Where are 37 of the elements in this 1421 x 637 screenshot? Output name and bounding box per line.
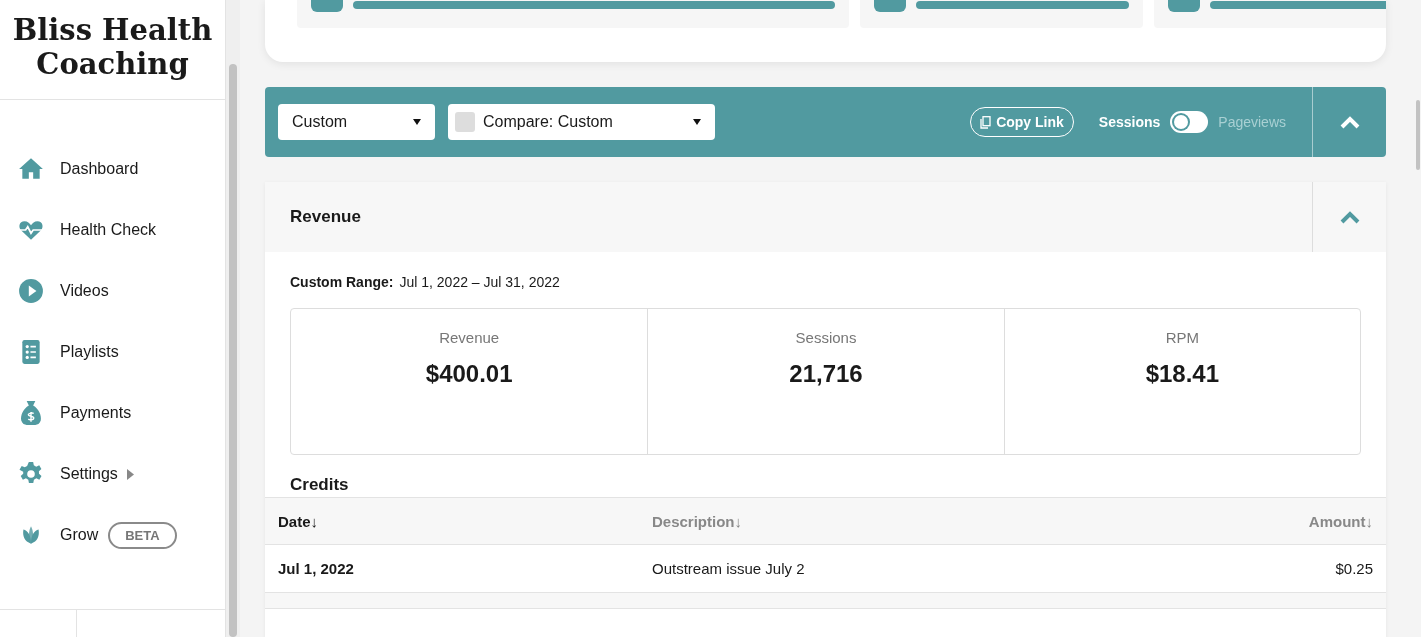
copy-icon bbox=[980, 115, 992, 129]
stat-label: Sessions bbox=[795, 329, 857, 346]
table-cell-text: $0.25 bbox=[1334, 560, 1373, 577]
range-value: Jul 1, 2022 – Jul 31, 2022 bbox=[399, 274, 560, 290]
nav-item[interactable]: Health Check bbox=[18, 210, 225, 250]
table-cell-text: Jul 1, 2022 bbox=[278, 560, 355, 577]
chevron-up-icon bbox=[1338, 210, 1361, 224]
chevron-up-icon bbox=[1338, 115, 1361, 129]
nav-item[interactable]: Playlists bbox=[18, 332, 225, 372]
compare-select[interactable]: Compare: Custom bbox=[448, 104, 715, 140]
beta-badge: BETA bbox=[108, 521, 177, 549]
home-icon bbox=[18, 156, 44, 182]
dropdown-arrow-icon bbox=[693, 119, 701, 125]
money-icon bbox=[18, 400, 44, 426]
dropdown-arrow-icon bbox=[413, 119, 421, 125]
nav-item[interactable]: Videos bbox=[18, 271, 225, 311]
panel-title: Revenue bbox=[290, 207, 362, 227]
stat-value: $400.01 bbox=[425, 360, 513, 388]
nav-item[interactable]: Payments bbox=[18, 393, 225, 433]
stat-value: 21,716 bbox=[789, 360, 863, 388]
stat-value: $18.41 bbox=[1145, 360, 1220, 388]
range-select[interactable]: Custom bbox=[278, 104, 435, 140]
app-logo[interactable]: Bliss Health Coaching bbox=[0, 0, 225, 100]
table-cell-text: Outstream issue July 2 bbox=[652, 560, 806, 577]
range-label: Custom Range: bbox=[290, 274, 394, 290]
nav-item[interactable]: Grow BETA bbox=[18, 515, 225, 555]
play-icon bbox=[18, 278, 44, 304]
sidebar-scrollbar[interactable] bbox=[226, 0, 240, 637]
stat-label: Revenue bbox=[439, 329, 500, 346]
stat-label: RPM bbox=[1165, 329, 1199, 346]
pageviews-label: Pageviews bbox=[1218, 114, 1286, 130]
metric-toggle[interactable] bbox=[1170, 111, 1209, 133]
section-title: Credits bbox=[290, 475, 350, 495]
sessions-label: Sessions bbox=[1098, 114, 1161, 130]
nav-item[interactable]: Dashboard bbox=[18, 149, 225, 189]
nav-item[interactable]: Settings bbox=[18, 454, 225, 494]
column-header[interactable]: Date↓ bbox=[278, 512, 652, 530]
